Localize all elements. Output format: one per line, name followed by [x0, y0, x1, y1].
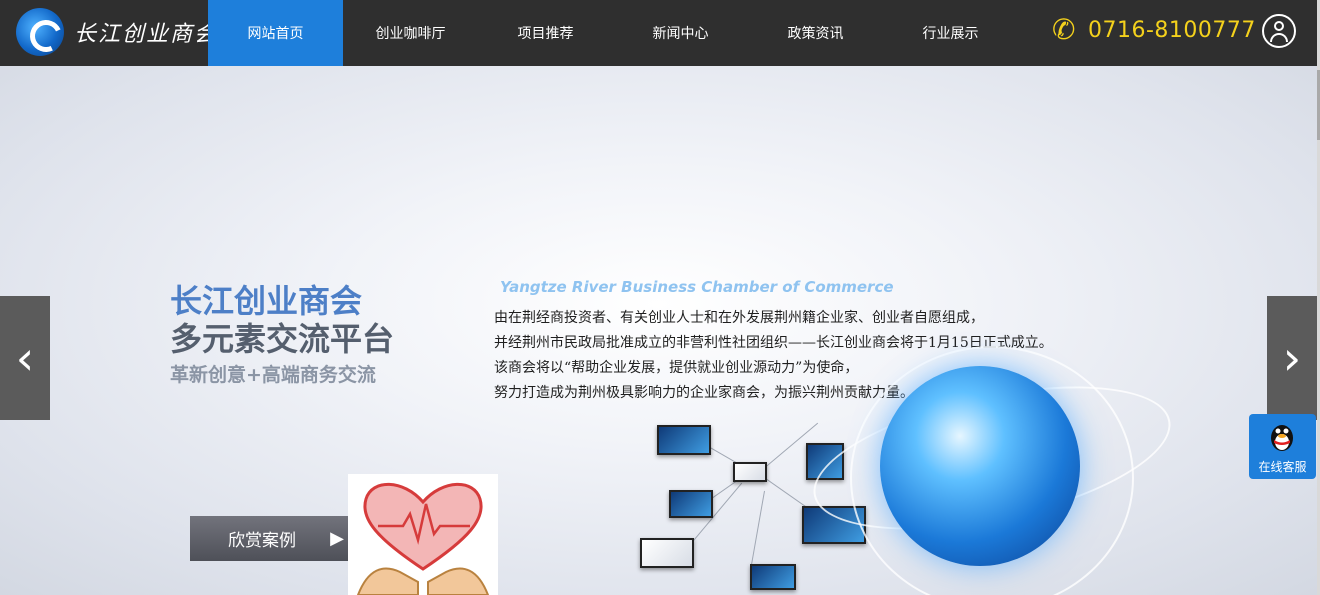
- qq-penguin-icon: [1271, 425, 1293, 451]
- hotline-number: 0716-8100777: [1088, 17, 1256, 43]
- heart-hands-image: [348, 474, 498, 595]
- network-thumbnail: [750, 564, 796, 590]
- network-thumbnail: [669, 490, 713, 518]
- nav-item-projects[interactable]: 项目推荐: [478, 0, 613, 66]
- network-thumbnail: [733, 462, 767, 482]
- heart-icon: [356, 482, 490, 595]
- network-thumbnail: [657, 425, 711, 455]
- nav-item-industry[interactable]: 行业展示: [883, 0, 1018, 66]
- slider-prev-button[interactable]: ‹: [0, 296, 50, 420]
- hotline: ✆ 0716-8100777: [1052, 14, 1256, 46]
- user-icon[interactable]: [1262, 14, 1296, 48]
- view-cases-button[interactable]: 欣赏案例 ▶: [190, 516, 350, 561]
- network-line: [750, 490, 765, 570]
- nav-item-home[interactable]: 网站首页: [208, 0, 343, 66]
- view-cases-label: 欣赏案例: [228, 531, 296, 551]
- site-logo[interactable]: 长江创业商会: [16, 8, 218, 56]
- intro-line: 由在荆经商投资者、有关创业人士和在外发展荆州籍企业家、创业者自愿组成，: [494, 310, 984, 326]
- banner-headline-2: 多元素交流平台: [170, 320, 395, 358]
- online-service-label: 在线客服: [1258, 460, 1307, 474]
- slider-next-button[interactable]: ›: [1267, 296, 1317, 420]
- online-service-button[interactable]: 在线客服: [1249, 414, 1316, 479]
- banner-english-title: Yangtze River Business Chamber of Commer…: [500, 278, 894, 296]
- phone-icon: ✆: [1052, 13, 1076, 46]
- hero-banner: ‹ › 长江创业商会 多元素交流平台 革新创意+高端商务交流 Yangtze R…: [0, 66, 1317, 595]
- globe-image: [880, 366, 1080, 566]
- nav-item-news[interactable]: 新闻中心: [613, 0, 748, 66]
- logo-icon: [16, 8, 64, 56]
- logo-text: 长江创业商会: [74, 22, 219, 47]
- top-navbar: 长江创业商会 网站首页 创业咖啡厅 项目推荐 新闻中心 政策资讯 行业展示 ✆ …: [0, 0, 1317, 66]
- nav-item-cafe[interactable]: 创业咖啡厅: [343, 0, 478, 66]
- banner-subline: 革新创意+高端商务交流: [170, 364, 376, 386]
- play-arrow-icon: ▶: [330, 528, 344, 549]
- main-nav: 网站首页 创业咖啡厅 项目推荐 新闻中心 政策资讯 行业展示: [208, 0, 1018, 66]
- nav-item-policy[interactable]: 政策资讯: [748, 0, 883, 66]
- network-thumbnail: [640, 538, 694, 568]
